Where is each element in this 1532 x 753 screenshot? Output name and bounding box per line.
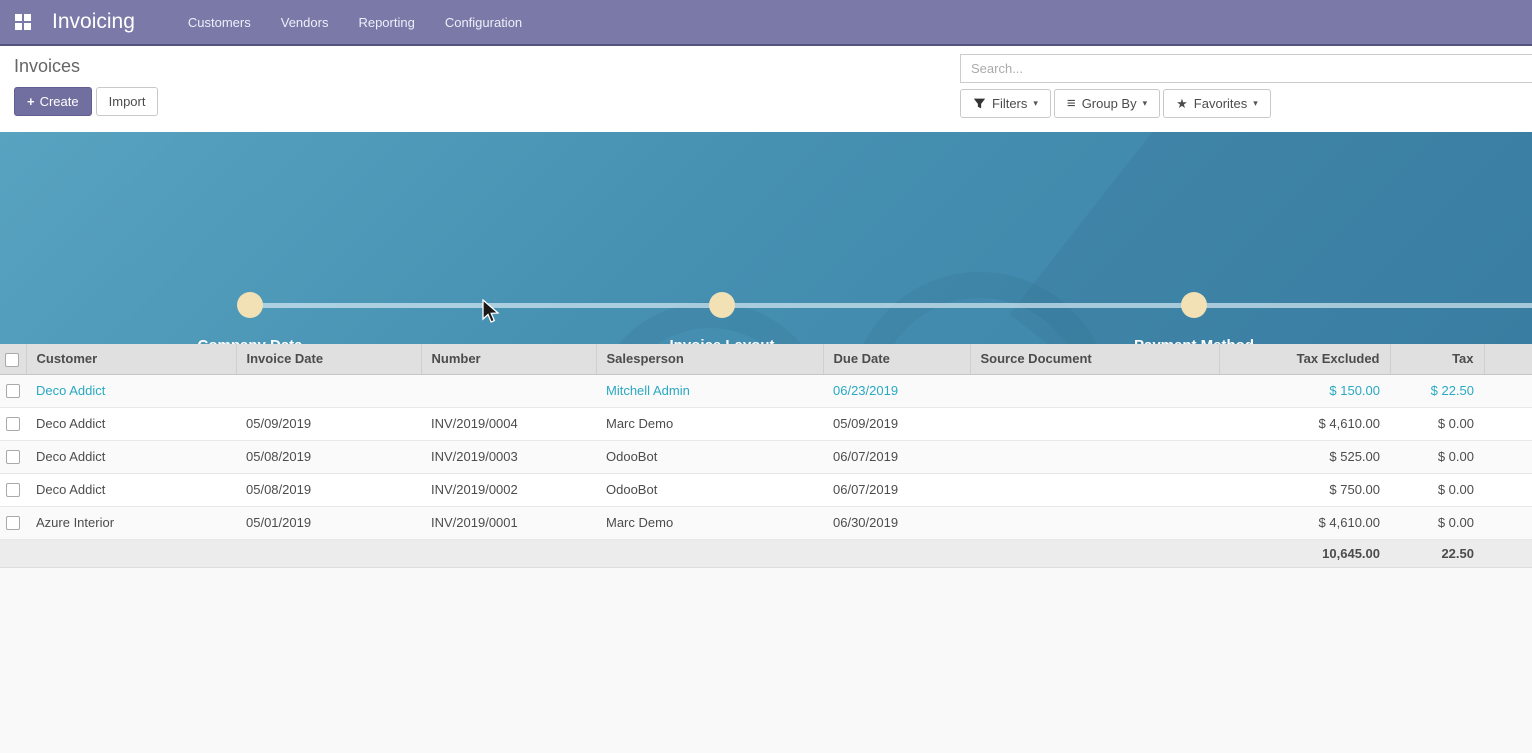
invoice-list-table: Customer Invoice Date Number Salesperson… bbox=[0, 344, 1532, 568]
nav-item-vendors[interactable]: Vendors bbox=[268, 9, 342, 36]
cell-number[interactable]: INV/2019/0002 bbox=[421, 473, 596, 506]
cell-salesperson[interactable]: Marc Demo bbox=[596, 506, 823, 539]
cell-invoice-date[interactable] bbox=[236, 374, 421, 407]
row-checkbox[interactable] bbox=[6, 450, 20, 464]
cell-salesperson[interactable]: OdooBot bbox=[596, 473, 823, 506]
app-name[interactable]: Invoicing bbox=[52, 10, 135, 34]
import-button[interactable]: Import bbox=[96, 87, 159, 116]
plus-icon: + bbox=[27, 94, 35, 109]
top-navbar: Invoicing Customers Vendors Reporting Co… bbox=[0, 0, 1532, 46]
group-by-button[interactable]: ≡ Group By ▾ bbox=[1054, 89, 1160, 118]
cell-due-date[interactable]: 05/09/2019 bbox=[823, 407, 970, 440]
step-title: Company Data bbox=[197, 337, 302, 344]
cell-due-date[interactable]: 06/07/2019 bbox=[823, 440, 970, 473]
select-all-checkbox[interactable] bbox=[5, 353, 19, 367]
table-header-row: Customer Invoice Date Number Salesperson… bbox=[0, 344, 1532, 374]
cell-salesperson[interactable]: Marc Demo bbox=[596, 407, 823, 440]
favorites-button[interactable]: ★ Favorites ▾ bbox=[1163, 89, 1271, 118]
cell-customer[interactable]: Deco Addict bbox=[26, 473, 236, 506]
table-row[interactable]: Deco Addict Mitchell Admin06/23/2019 $ 150… bbox=[0, 374, 1532, 407]
chevron-down-icon: ▾ bbox=[1253, 96, 1258, 111]
column-header-tax[interactable]: Tax bbox=[1390, 344, 1484, 374]
cell-tax-excluded[interactable]: $ 750.00 bbox=[1219, 473, 1390, 506]
filters-button[interactable]: Filters ▾ bbox=[960, 89, 1051, 118]
cell-customer[interactable]: Deco Addict bbox=[26, 374, 236, 407]
chevron-down-icon: ▾ bbox=[1033, 96, 1038, 111]
cell-invoice-date[interactable]: 05/01/2019 bbox=[236, 506, 421, 539]
row-checkbox[interactable] bbox=[6, 384, 20, 398]
cell-number[interactable]: INV/2019/0003 bbox=[421, 440, 596, 473]
cell-salesperson[interactable]: OdooBot bbox=[596, 440, 823, 473]
cell-tax[interactable]: $ 0.00 bbox=[1390, 407, 1484, 440]
column-header-invoice-date[interactable]: Invoice Date bbox=[236, 344, 421, 374]
step-dot bbox=[1181, 292, 1207, 318]
nav-item-customers[interactable]: Customers bbox=[175, 9, 264, 36]
cell-tax-excluded[interactable]: $ 525.00 bbox=[1219, 440, 1390, 473]
onboarding-banner: Company Data Set your company's data for… bbox=[0, 132, 1532, 344]
table-row[interactable]: Deco Addict05/09/2019INV/2019/0004Marc D… bbox=[0, 407, 1532, 440]
tax-excluded-total: 10,645.00 bbox=[1219, 539, 1390, 567]
onboarding-step-payment-method: Payment Method Configure your payment me… bbox=[1034, 292, 1354, 344]
step-dot bbox=[709, 292, 735, 318]
table-footer-row: 10,645.00 22.50 bbox=[0, 539, 1532, 567]
cell-due-date[interactable]: 06/07/2019 bbox=[823, 473, 970, 506]
column-header-due-date[interactable]: Due Date bbox=[823, 344, 970, 374]
cell-salesperson[interactable]: Mitchell Admin bbox=[596, 374, 823, 407]
table-row[interactable]: Azure Interior05/01/2019INV/2019/0001Mar… bbox=[0, 506, 1532, 539]
cell-source-document[interactable] bbox=[970, 473, 1219, 506]
tax-total: 22.50 bbox=[1390, 539, 1484, 567]
search-input[interactable] bbox=[960, 54, 1532, 83]
cell-invoice-date[interactable]: 05/08/2019 bbox=[236, 473, 421, 506]
table-row[interactable]: Deco Addict05/08/2019INV/2019/0002OdooBo… bbox=[0, 473, 1532, 506]
cell-source-document[interactable] bbox=[970, 374, 1219, 407]
row-checkbox[interactable] bbox=[6, 483, 20, 497]
cell-tax[interactable]: $ 0.00 bbox=[1390, 440, 1484, 473]
cell-tax-excluded[interactable]: $ 4,610.00 bbox=[1219, 506, 1390, 539]
column-header-salesperson[interactable]: Salesperson bbox=[596, 344, 823, 374]
cell-tax-excluded[interactable]: $ 4,610.00 bbox=[1219, 407, 1390, 440]
cell-number[interactable]: INV/2019/0001 bbox=[421, 506, 596, 539]
cell-tax[interactable]: $ 22.50 bbox=[1390, 374, 1484, 407]
onboarding-step-invoice-layout: Invoice Layout Customize the look of you… bbox=[562, 292, 882, 344]
nav-menu: Customers Vendors Reporting Configuratio… bbox=[175, 9, 535, 36]
star-icon: ★ bbox=[1176, 97, 1188, 110]
cell-source-document[interactable] bbox=[970, 407, 1219, 440]
cell-number[interactable] bbox=[421, 374, 596, 407]
row-checkbox[interactable] bbox=[6, 417, 20, 431]
cell-invoice-date[interactable]: 05/09/2019 bbox=[236, 407, 421, 440]
cell-customer[interactable]: Deco Addict bbox=[26, 407, 236, 440]
row-checkbox[interactable] bbox=[6, 516, 20, 530]
column-header-source-document[interactable]: Source Document bbox=[970, 344, 1219, 374]
cell-customer[interactable]: Azure Interior bbox=[26, 506, 236, 539]
table-row[interactable]: Deco Addict05/08/2019INV/2019/0003OdooBo… bbox=[0, 440, 1532, 473]
step-title: Invoice Layout bbox=[669, 337, 774, 344]
cell-tax-excluded[interactable]: $ 150.00 bbox=[1219, 374, 1390, 407]
create-button[interactable]: +Create bbox=[14, 87, 92, 116]
cell-source-document[interactable] bbox=[970, 506, 1219, 539]
column-header-customer[interactable]: Customer bbox=[26, 344, 236, 374]
group-by-icon: ≡ bbox=[1067, 97, 1076, 110]
column-header-tax-excluded[interactable]: Tax Excluded bbox=[1219, 344, 1390, 374]
cell-tax[interactable]: $ 0.00 bbox=[1390, 473, 1484, 506]
cell-number[interactable]: INV/2019/0004 bbox=[421, 407, 596, 440]
cell-customer[interactable]: Deco Addict bbox=[26, 440, 236, 473]
column-header-number[interactable]: Number bbox=[421, 344, 596, 374]
control-panel: Invoices +Create Import Filters ▾ ≡ Grou… bbox=[0, 46, 1532, 132]
onboarding-step-company-data: Company Data Set your company's data for… bbox=[90, 292, 410, 344]
cell-invoice-date[interactable]: 05/08/2019 bbox=[236, 440, 421, 473]
filter-icon bbox=[973, 97, 986, 110]
cell-source-document[interactable] bbox=[970, 440, 1219, 473]
step-title: Payment Method bbox=[1134, 337, 1254, 344]
cell-due-date[interactable]: 06/30/2019 bbox=[823, 506, 970, 539]
nav-item-configuration[interactable]: Configuration bbox=[432, 9, 535, 36]
cell-tax[interactable]: $ 0.00 bbox=[1390, 506, 1484, 539]
apps-grid-icon[interactable] bbox=[8, 7, 38, 37]
nav-item-reporting[interactable]: Reporting bbox=[345, 9, 427, 36]
cell-due-date[interactable]: 06/23/2019 bbox=[823, 374, 970, 407]
chevron-down-icon: ▾ bbox=[1143, 96, 1148, 111]
step-dot bbox=[237, 292, 263, 318]
